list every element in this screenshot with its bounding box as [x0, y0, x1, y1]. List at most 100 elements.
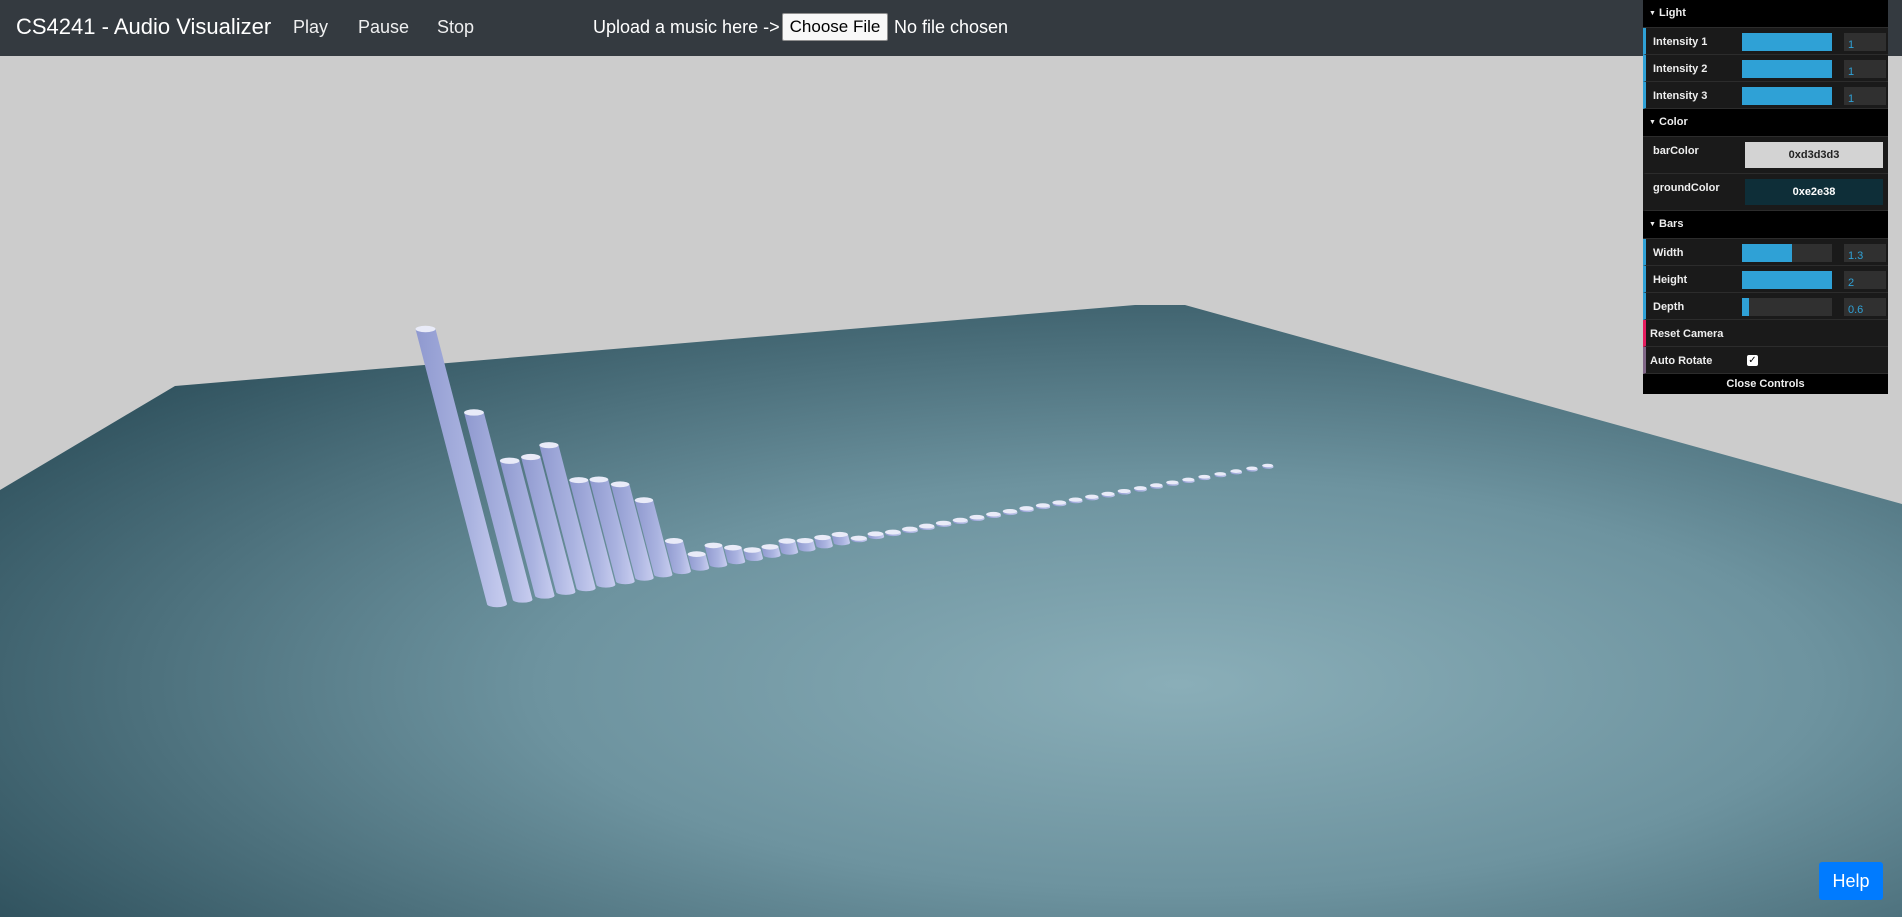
visualizer-bar-cap [1198, 474, 1211, 479]
visualizer-bar-cap [1117, 488, 1131, 494]
slider-fill [1742, 271, 1832, 289]
intensity-3-control: Intensity 3 1 [1643, 82, 1888, 109]
visualizer-bar-cap [952, 517, 968, 523]
caret-down-icon: ▼ [1649, 10, 1656, 17]
visualizer-bar-cap [724, 544, 742, 551]
slider-fill [1742, 87, 1832, 105]
reset-camera-button[interactable]: Reset Camera [1643, 320, 1888, 347]
bar-color-label: barColor [1653, 145, 1699, 157]
visualizer-bar-cap [1262, 463, 1274, 468]
visualizer-bar-cap [902, 526, 918, 532]
visualizer-bar-cap [464, 409, 484, 416]
visualizer-bar-cap [743, 547, 761, 553]
file-status: No file chosen [894, 17, 1009, 37]
height-control: Height 2 [1643, 266, 1888, 293]
visualizer-bar-cap [1101, 491, 1115, 496]
intensity-3-input[interactable]: 1 [1844, 87, 1886, 105]
visualizer-bar-cap [521, 453, 541, 461]
intensity-1-slider[interactable] [1742, 33, 1832, 51]
visualizer-bar-cap [1246, 466, 1258, 471]
height-slider[interactable] [1742, 271, 1832, 289]
intensity-2-slider[interactable] [1742, 60, 1832, 78]
visualizer-bar-cap [1166, 480, 1179, 485]
intensity-2-label: Intensity 2 [1653, 63, 1708, 75]
visualizer-bar-cap [969, 514, 985, 520]
folder-bars[interactable]: ▼ Bars [1643, 211, 1888, 239]
app-title[interactable]: CS4241 - Audio Visualizer [16, 14, 271, 40]
visualizer-bar-cap [687, 551, 706, 558]
visualizer-bar-cap [831, 531, 848, 538]
slider-fill [1742, 60, 1832, 78]
folder-color-title: Color [1659, 116, 1688, 128]
visualizer-bar-cap [986, 511, 1001, 517]
visualizer-bar-cap [1068, 497, 1083, 502]
visualizer-bar-cap [610, 481, 630, 488]
visualizer-bar-cap [569, 477, 589, 484]
ground-color-label: groundColor [1653, 182, 1720, 194]
visualizer-bar-cap [796, 537, 814, 544]
visualizer-bar-cap [1002, 509, 1018, 514]
width-slider[interactable] [1742, 244, 1832, 262]
width-input[interactable]: 1.3 [1844, 244, 1886, 262]
visualizer-bar-cap [1052, 500, 1067, 505]
auto-rotate-label: Auto Rotate [1650, 355, 1713, 367]
slider-fill [1742, 298, 1750, 316]
height-label: Height [1653, 274, 1688, 286]
visualizer-bar-cap [1133, 486, 1147, 491]
intensity-2-control: Intensity 2 1 [1643, 55, 1888, 82]
visualizer-bar-cap [1182, 477, 1195, 482]
auto-rotate-checkbox[interactable]: ✓ [1747, 355, 1758, 366]
reset-camera-label: Reset Camera [1650, 328, 1724, 340]
navbar: CS4241 - Audio Visualizer Play Pause Sto… [0, 0, 1902, 56]
intensity-2-input[interactable]: 1 [1844, 60, 1886, 78]
intensity-1-input[interactable]: 1 [1844, 33, 1886, 51]
choose-file-button[interactable]: Choose File [782, 13, 888, 41]
close-controls-button[interactable]: Close Controls [1643, 374, 1888, 394]
stop-button[interactable]: Stop [437, 17, 474, 38]
folder-color[interactable]: ▼ Color [1643, 109, 1888, 137]
visualizer-bar-cap [1150, 483, 1163, 488]
caret-down-icon: ▼ [1649, 119, 1656, 126]
visualizer-canvas[interactable] [0, 0, 1902, 917]
folder-light-title: Light [1659, 7, 1686, 19]
upload-label: Upload a music here -> [593, 17, 780, 37]
visualizer-bar-cap [884, 529, 901, 535]
bar-color-input[interactable]: 0xd3d3d3 [1745, 142, 1883, 168]
depth-input[interactable]: 0.6 [1844, 298, 1886, 316]
folder-light[interactable]: ▼ Light [1643, 0, 1888, 28]
width-label: Width [1653, 247, 1684, 259]
depth-control: Depth 0.6 [1643, 293, 1888, 320]
play-button[interactable]: Play [293, 17, 328, 38]
visualizer-bar-cap [850, 535, 867, 541]
slider-fill [1742, 244, 1792, 262]
ground-color-input[interactable]: 0xe2e38 [1745, 179, 1883, 205]
visualizer-bar-cap [1035, 503, 1050, 508]
auto-rotate-control: Auto Rotate ✓ [1643, 347, 1888, 374]
visualizer-bar-cap [704, 542, 723, 549]
visualizer-bar-cap [867, 531, 884, 537]
controls-panel: ▼ Light Intensity 1 1 Intensity 2 1 Inte… [1643, 0, 1888, 394]
intensity-1-control: Intensity 1 1 [1643, 28, 1888, 55]
ground-color-control: groundColor 0xe2e38 [1643, 174, 1888, 211]
visualizer-bar-cap [664, 538, 684, 544]
width-control: Width 1.3 [1643, 239, 1888, 266]
visualizer-bar-cap [1214, 472, 1226, 476]
visualizer-bar-cap [761, 544, 779, 550]
height-input[interactable]: 2 [1844, 271, 1886, 289]
visualizer-bar-cap [634, 497, 654, 504]
folder-bars-title: Bars [1659, 218, 1684, 230]
visualizer-bar-cap [499, 457, 520, 464]
visualizer-bar-cap [778, 538, 796, 544]
visualizer-bar-cap [935, 520, 951, 526]
visualizer-bar-cap [539, 442, 559, 449]
help-button[interactable]: Help [1819, 862, 1883, 900]
visualizer-bar-cap [1085, 494, 1099, 499]
pause-button[interactable]: Pause [358, 17, 409, 38]
intensity-3-label: Intensity 3 [1653, 90, 1708, 102]
visualizer-bar-cap [1019, 506, 1034, 511]
depth-slider[interactable] [1742, 298, 1832, 316]
intensity-3-slider[interactable] [1742, 87, 1832, 105]
visualizer-bar-cap [918, 523, 935, 529]
bar-color-control: barColor 0xd3d3d3 [1643, 137, 1888, 174]
intensity-1-label: Intensity 1 [1653, 36, 1708, 48]
